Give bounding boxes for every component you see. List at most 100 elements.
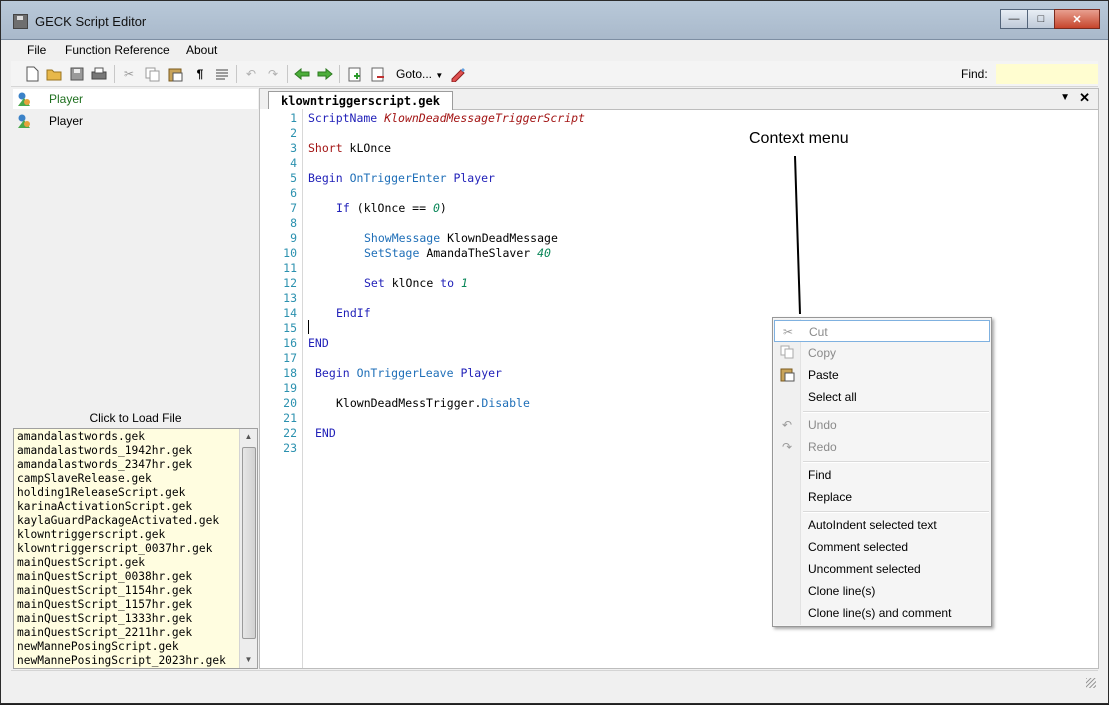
file-list-item[interactable]: holding1ReleaseScript.gek xyxy=(17,486,226,500)
format-lines-icon[interactable] xyxy=(214,66,230,82)
line-number: 7 xyxy=(290,201,297,215)
menu-item-uncomment[interactable]: Uncomment selected xyxy=(774,558,990,580)
line-number: 12 xyxy=(283,276,297,290)
tab-close-icon[interactable]: ✕ xyxy=(1079,90,1090,106)
copy-icon xyxy=(779,345,795,361)
line-number: 15 xyxy=(283,321,297,335)
file-list-item[interactable]: mainQuestScript.gek xyxy=(17,556,226,570)
line-number: 17 xyxy=(283,351,297,365)
redo-icon: ↷ xyxy=(781,440,793,454)
redo-icon[interactable]: ↷ xyxy=(265,66,281,82)
file-list-item[interactable]: mainQuestScript_1154hr.gek xyxy=(17,584,226,598)
tab-strip: klowntriggerscript.gek ▼ ✕ xyxy=(260,89,1098,110)
file-list-item[interactable]: kaylaGuardPackageActivated.gek xyxy=(17,514,226,528)
new-file-icon[interactable] xyxy=(24,66,40,82)
code-line: ScriptName KlownDeadMessageTriggerScript xyxy=(308,111,585,125)
code-line: SetStage AmandaTheSlaver 40 xyxy=(364,246,551,260)
tab-klowntriggerscript[interactable]: klowntriggerscript.gek xyxy=(268,91,453,110)
menu-item-copy[interactable]: Copy xyxy=(774,342,990,364)
minimize-button[interactable]: — xyxy=(1000,9,1028,29)
remove-bookmark-icon[interactable] xyxy=(370,66,386,82)
file-list-scrollbar[interactable]: ▲ ▼ xyxy=(239,429,257,668)
object-item[interactable]: Player xyxy=(13,111,258,131)
file-list[interactable]: amandalastwords.gek amandalastwords_1942… xyxy=(13,428,258,669)
line-number: 10 xyxy=(283,246,297,260)
menu-item-cut[interactable]: ✂ Cut xyxy=(774,320,990,342)
menu-item-select-all[interactable]: Select all xyxy=(774,386,990,408)
paragraph-icon[interactable]: ¶ xyxy=(192,66,208,82)
object-label: Player xyxy=(49,92,84,106)
file-list-item[interactable]: mainQuestScript_0038hr.gek xyxy=(17,570,226,584)
print-icon[interactable] xyxy=(91,66,107,82)
close-button[interactable]: ✕ xyxy=(1054,9,1100,29)
code-line: KlownDeadMessTrigger.Disable xyxy=(336,396,530,410)
line-number: 16 xyxy=(283,336,297,350)
file-list-item[interactable]: campSlaveRelease.gek xyxy=(17,472,226,486)
forward-arrow-icon[interactable] xyxy=(317,66,333,82)
find-input[interactable] xyxy=(996,64,1098,84)
file-list-item[interactable]: klowntriggerscript.gek xyxy=(17,528,226,542)
file-list-item[interactable]: klowntriggerscript_0037hr.gek xyxy=(17,542,226,556)
menu-file[interactable]: File xyxy=(27,43,46,57)
menu-function-reference[interactable]: Function Reference xyxy=(65,43,170,57)
scroll-thumb[interactable] xyxy=(242,447,256,639)
object-item[interactable]: Player xyxy=(13,89,258,109)
file-list-item[interactable]: newMannePosingScript_2023hr.gek xyxy=(17,654,226,668)
file-list-item[interactable]: amandalastwords.gek xyxy=(17,430,226,444)
file-list-item[interactable]: newMannePosingScript.gek xyxy=(17,640,226,654)
cut-icon: ✂ xyxy=(782,325,794,339)
line-number: 4 xyxy=(290,156,297,170)
menu-item-replace[interactable]: Replace xyxy=(774,486,990,508)
goto-dropdown[interactable]: Goto... ▼ xyxy=(396,67,443,81)
menu-item-undo[interactable]: ↶ Undo xyxy=(774,414,990,436)
menu-item-redo[interactable]: ↷ Redo xyxy=(774,436,990,458)
paste-icon[interactable] xyxy=(167,66,183,82)
code-line: END xyxy=(308,336,329,350)
highlighter-icon[interactable] xyxy=(449,66,465,82)
line-number: 18 xyxy=(283,366,297,380)
status-bar xyxy=(11,670,1098,693)
find-label: Find: xyxy=(961,67,988,81)
line-number: 21 xyxy=(283,411,297,425)
line-number: 6 xyxy=(290,186,297,200)
object-list: Player Player xyxy=(13,88,258,408)
menu-item-find[interactable]: Find xyxy=(774,464,990,486)
file-list-item[interactable]: mainQuestScript_1157hr.gek xyxy=(17,598,226,612)
app-window: GECK Script Editor — □ ✕ File Function R… xyxy=(0,0,1109,704)
menu-item-clone[interactable]: Clone line(s) xyxy=(774,580,990,602)
cut-icon[interactable]: ✂ xyxy=(121,66,137,82)
line-number: 5 xyxy=(290,171,297,185)
resize-grip-icon[interactable] xyxy=(1086,678,1096,688)
tab-dropdown-icon[interactable]: ▼ xyxy=(1060,92,1070,103)
menu-bar: File Function Reference About xyxy=(11,40,1098,60)
scroll-down-icon[interactable]: ▼ xyxy=(240,652,257,668)
menu-item-paste[interactable]: Paste xyxy=(774,364,990,386)
add-bookmark-icon[interactable] xyxy=(347,66,363,82)
code-line: END xyxy=(315,426,336,440)
line-number: 2 xyxy=(290,126,297,140)
file-list-item[interactable]: mainQuestScript_2211hr.gek xyxy=(17,626,226,640)
line-number: 11 xyxy=(283,261,297,275)
text-caret xyxy=(308,320,309,334)
file-list-item[interactable]: karinaActivationScript.gek xyxy=(17,500,226,514)
object-label: Player xyxy=(49,114,84,128)
menu-item-clone-comment[interactable]: Clone line(s) and comment xyxy=(774,602,990,624)
line-number: 13 xyxy=(283,291,297,305)
undo-icon[interactable]: ↶ xyxy=(243,66,259,82)
open-folder-icon[interactable] xyxy=(46,66,62,82)
line-number: 19 xyxy=(283,381,297,395)
line-number: 20 xyxy=(283,396,297,410)
scroll-up-icon[interactable]: ▲ xyxy=(240,429,257,445)
menu-item-autoindent[interactable]: AutoIndent selected text xyxy=(774,514,990,536)
save-icon[interactable] xyxy=(69,66,85,82)
file-list-item[interactable]: amandalastwords_1942hr.gek xyxy=(17,444,226,458)
menu-item-comment[interactable]: Comment selected xyxy=(774,536,990,558)
file-list-item[interactable]: mainQuestScript_1333hr.gek xyxy=(17,612,226,626)
file-list-item[interactable]: amandalastwords_2347hr.gek xyxy=(17,458,226,472)
line-number-gutter: 1 2 3 4 5 6 7 8 9 10 11 12 13 14 15 16 1… xyxy=(260,109,303,668)
menu-about[interactable]: About xyxy=(186,43,217,57)
maximize-button[interactable]: □ xyxy=(1027,9,1055,29)
back-arrow-icon[interactable] xyxy=(294,66,310,82)
copy-icon[interactable] xyxy=(144,66,160,82)
context-menu: ✂ Cut Copy Paste Select all ↶ Undo ↷ Redo F… xyxy=(772,317,992,627)
